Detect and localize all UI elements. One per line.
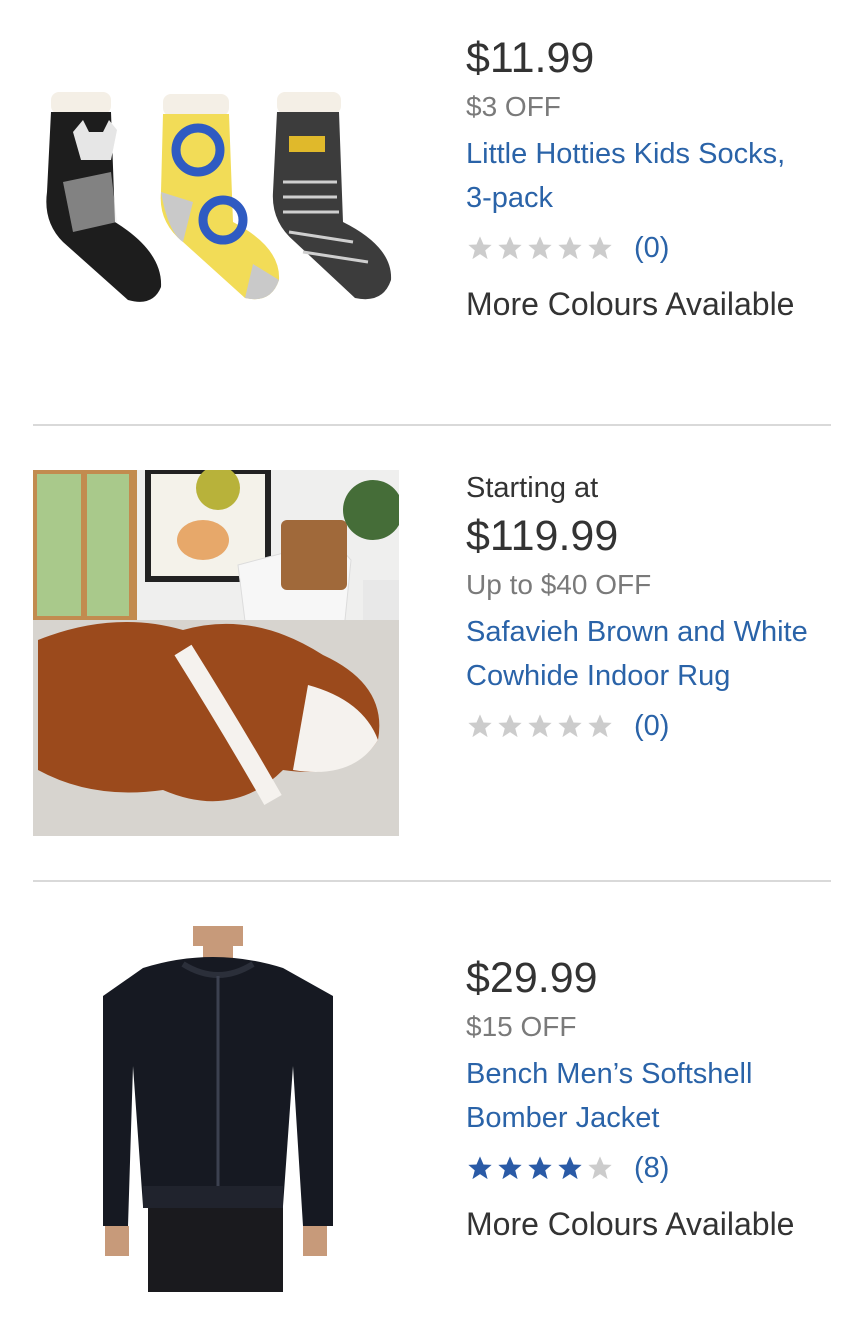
product-rating: (0): [466, 704, 846, 748]
star-empty-icon: [528, 714, 552, 738]
product-info: $29.99 $15 OFF Bench Men’s Softshell Bom…: [466, 926, 846, 1244]
product-title-link[interactable]: Bench Men’s Softshell Bomber Jacket: [466, 1052, 846, 1140]
product-price: $29.99: [466, 954, 598, 1002]
product-price: $11.99: [466, 34, 595, 82]
product-title-link[interactable]: Safavieh Brown and White Cowhide Indoor …: [466, 610, 846, 698]
starting-at-label: Starting at: [466, 472, 599, 504]
star-filled-icon: [468, 1156, 492, 1180]
bomber-jacket-photo: [33, 926, 399, 1292]
star-rating: [466, 234, 614, 262]
divider: [33, 880, 831, 882]
product-title-line: Bench Men’s Softshell: [466, 1058, 753, 1090]
product-title-line: Cowhide Indoor Rug: [466, 660, 731, 692]
socks-illustration: [46, 92, 392, 302]
product-title-line: Safavieh Brown and White: [466, 616, 808, 648]
star-empty-icon: [528, 236, 552, 260]
review-count-link[interactable]: (0): [634, 710, 669, 743]
star-rating: [466, 712, 614, 740]
star-filled-icon: [498, 1156, 522, 1180]
star-empty-icon: [498, 236, 522, 260]
product-title-link[interactable]: Little Hotties Kids Socks, 3-pack: [466, 132, 846, 220]
star-rating: [466, 1154, 614, 1182]
star-filled-icon: [558, 1156, 582, 1180]
star-empty-icon: [588, 236, 612, 260]
product-info: Starting at $119.99 Up to $40 OFF Safavi…: [466, 470, 846, 748]
product-info: $11.99 $3 OFF Little Hotties Kids Socks,…: [466, 32, 846, 324]
product-rating: (8): [466, 1146, 846, 1190]
product-price: $119.99: [466, 512, 619, 560]
product-discount: Up to $40 OFF: [466, 569, 652, 600]
star-empty-icon: [588, 714, 612, 738]
product-discount: $3 OFF: [466, 91, 561, 122]
product-discount: $15 OFF: [466, 1011, 577, 1042]
product-rating: (0): [466, 226, 846, 270]
more-colours-label: More Colours Available: [466, 286, 795, 322]
star-empty-icon: [558, 714, 582, 738]
star-empty-icon: [498, 714, 522, 738]
review-count-link[interactable]: (8): [634, 1152, 669, 1185]
review-count-link[interactable]: (0): [634, 232, 669, 265]
product-title-line: Bomber Jacket: [466, 1102, 660, 1134]
star-filled-icon: [528, 1156, 552, 1180]
star-empty-icon: [468, 714, 492, 738]
product-image[interactable]: [33, 470, 399, 836]
product-image[interactable]: [33, 926, 399, 1292]
product-image[interactable]: [33, 32, 399, 398]
product-title-line: Little Hotties Kids Socks,: [466, 138, 786, 170]
star-empty-icon: [588, 1156, 612, 1180]
cowhide-rug-photo: [33, 470, 399, 836]
more-colours-label: More Colours Available: [466, 1206, 795, 1242]
star-empty-icon: [468, 236, 492, 260]
product-title-line: 3-pack: [466, 182, 554, 214]
product-list: $11.99 $3 OFF Little Hotties Kids Socks,…: [0, 0, 864, 1327]
divider: [33, 424, 831, 426]
star-empty-icon: [558, 236, 582, 260]
